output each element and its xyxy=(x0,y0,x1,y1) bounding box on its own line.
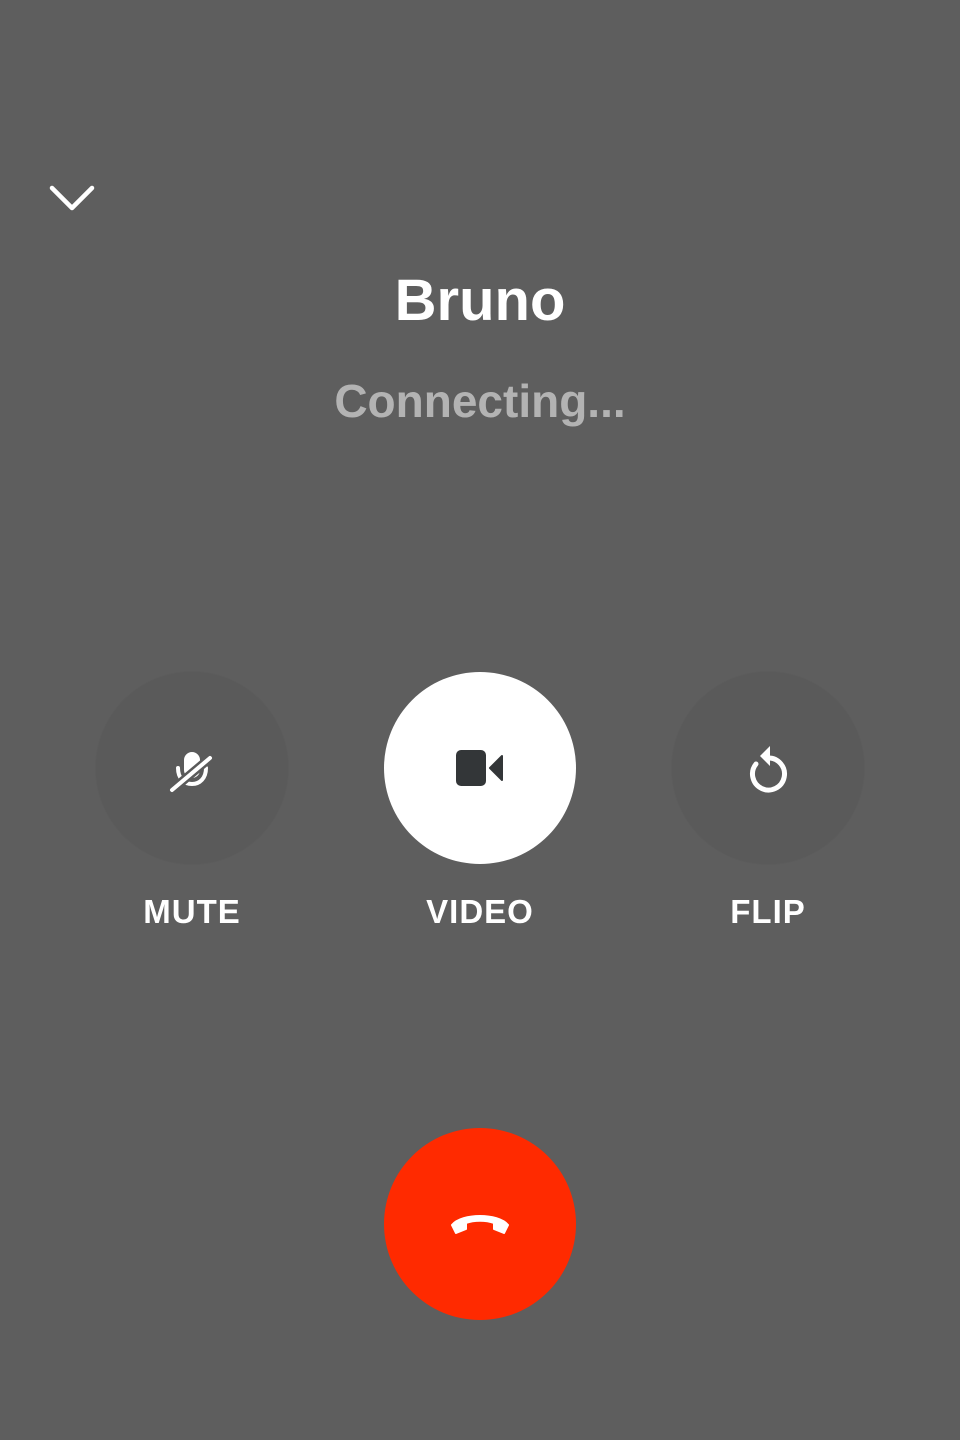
flip-camera-icon xyxy=(750,746,787,793)
flip-button[interactable] xyxy=(672,672,864,864)
mute-label: MUTE xyxy=(143,893,241,930)
video-label: VIDEO xyxy=(426,893,534,930)
hang-up-icon xyxy=(451,1215,509,1234)
chevron-down-icon xyxy=(49,185,95,211)
video-button[interactable] xyxy=(384,672,576,864)
video-camera-icon xyxy=(456,750,503,786)
mic-off-icon xyxy=(167,752,215,795)
end-call-button[interactable] xyxy=(384,1128,576,1320)
caller-name: Bruno xyxy=(394,268,566,333)
call-status: Connecting... xyxy=(334,375,626,427)
flip-label: FLIP xyxy=(730,893,806,930)
mute-button[interactable] xyxy=(96,672,288,864)
collapse-button[interactable] xyxy=(40,168,104,228)
